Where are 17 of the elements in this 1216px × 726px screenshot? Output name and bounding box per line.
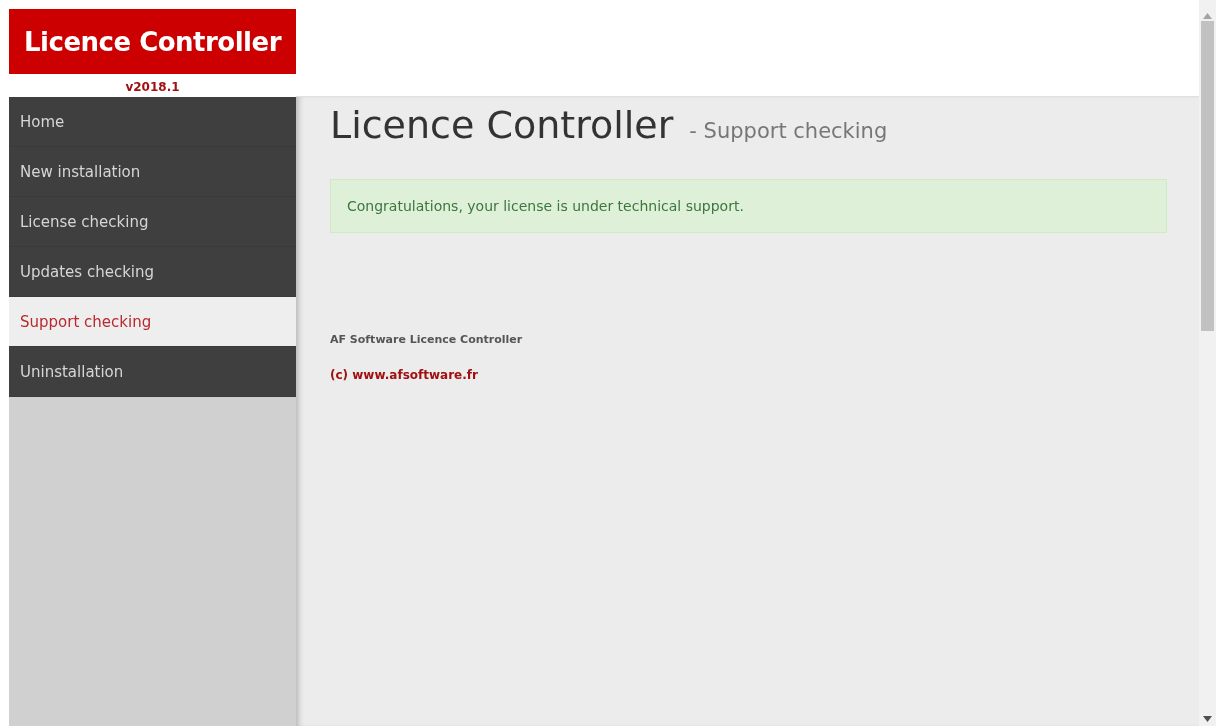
nav-item[interactable]: License checking bbox=[9, 197, 296, 247]
page-title: Licence Controller bbox=[330, 103, 674, 147]
nav-item[interactable]: New installation bbox=[9, 147, 296, 197]
nav-item[interactable]: Updates checking bbox=[9, 247, 296, 297]
footer-name: AF Software Licence Controller bbox=[330, 333, 524, 346]
scrollbar[interactable] bbox=[1199, 0, 1216, 726]
scrollbar-thumb[interactable] bbox=[1201, 21, 1214, 331]
app-logo: Licence Controller bbox=[9, 9, 296, 74]
version-label: v2018.1 bbox=[125, 79, 180, 94]
success-alert: Congratulations, your license is under technical support. bbox=[330, 179, 1167, 233]
page-subtitle: - Support checking bbox=[689, 119, 888, 143]
nav-item[interactable]: Uninstallation bbox=[9, 347, 296, 397]
nav-item[interactable]: Home bbox=[9, 97, 296, 147]
scroll-down-icon[interactable] bbox=[1203, 716, 1212, 722]
nav-item[interactable]: Support checking bbox=[9, 297, 296, 347]
scroll-up-icon[interactable] bbox=[1203, 13, 1212, 19]
copyright-text: (c) www.afsoftware.fr bbox=[330, 368, 479, 382]
